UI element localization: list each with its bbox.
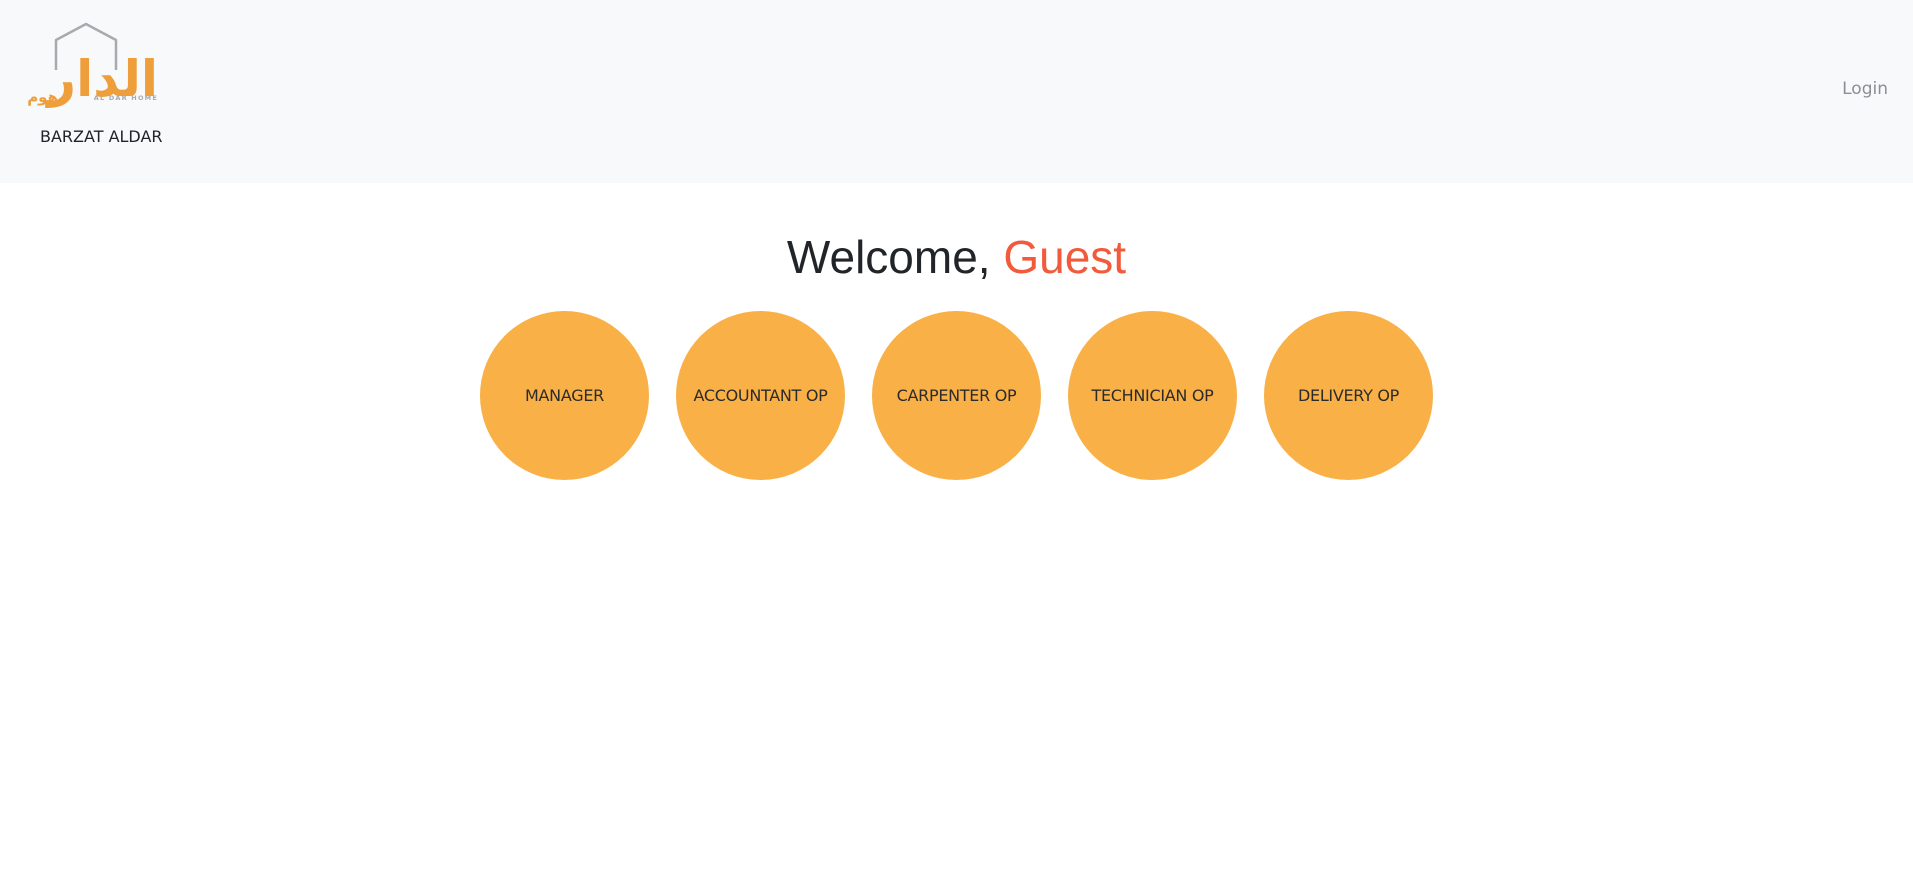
logo-latin-subtitle: AL DAR HOME	[94, 94, 158, 102]
role-button-accountant[interactable]: ACCOUNTANT OP	[676, 311, 845, 480]
role-selector: MANAGER ACCOUNTANT OP CARPENTER OP TECHN…	[0, 311, 1913, 481]
login-link[interactable]: Login	[1842, 79, 1888, 99]
role-button-delivery[interactable]: DELIVERY OP	[1264, 311, 1433, 480]
role-button-technician[interactable]: TECHNICIAN OP	[1068, 311, 1237, 480]
welcome-heading: Welcome, Guest	[0, 230, 1913, 284]
brand-link[interactable]: الدار هوم AL DAR HOME BARZAT ALDAR	[22, 20, 170, 180]
top-navbar: الدار هوم AL DAR HOME BARZAT ALDAR Login	[0, 0, 1913, 183]
role-button-manager[interactable]: MANAGER	[480, 311, 649, 480]
logo-arabic-subword: هوم	[27, 88, 58, 106]
role-button-carpenter[interactable]: CARPENTER OP	[872, 311, 1041, 480]
welcome-greeting: Welcome,	[786, 231, 991, 283]
brand-name: BARZAT ALDAR	[40, 127, 163, 146]
welcome-username: Guest	[1003, 231, 1127, 283]
al-dar-home-logo: الدار هوم AL DAR HOME	[27, 22, 158, 108]
